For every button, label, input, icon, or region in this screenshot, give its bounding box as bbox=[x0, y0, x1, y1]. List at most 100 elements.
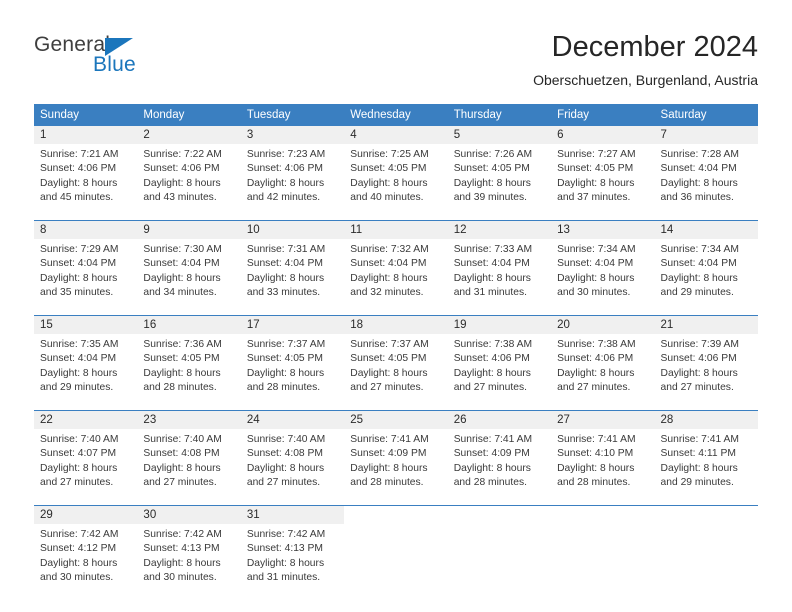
sunset-text: Sunset: 4:06 PM bbox=[453, 353, 530, 365]
sunset-text: Sunset: 4:07 PM bbox=[40, 448, 117, 460]
day-info: Sunrise: 7:42 AM Sunset: 4:13 PM Dayligh… bbox=[241, 524, 344, 586]
day-number: 13 bbox=[551, 221, 655, 239]
sunset-text: Sunset: 4:05 PM bbox=[350, 163, 427, 175]
daylight-text-line1: Daylight: 8 hours bbox=[453, 272, 531, 284]
day-number: 10 bbox=[240, 221, 345, 239]
daylight-text-line1: Daylight: 8 hours bbox=[350, 367, 428, 379]
day-number bbox=[654, 506, 758, 524]
daylight-text-line1: Daylight: 8 hours bbox=[143, 462, 221, 474]
day-cell[interactable]: 6 Sunrise: 7:27 AM Sunset: 4:05 PM Dayli… bbox=[551, 126, 655, 214]
daylight-text-line2: and 27 minutes. bbox=[453, 382, 527, 394]
sunset-text: Sunset: 4:08 PM bbox=[143, 448, 220, 460]
day-cell[interactable]: 3 Sunrise: 7:23 AM Sunset: 4:06 PM Dayli… bbox=[240, 126, 345, 214]
sunrise-text: Sunrise: 7:41 AM bbox=[660, 434, 739, 445]
daylight-text-line1: Daylight: 8 hours bbox=[246, 557, 325, 569]
sunset-text: Sunset: 4:04 PM bbox=[557, 258, 634, 270]
daylight-text-line2: and 32 minutes. bbox=[350, 287, 424, 299]
day-cell[interactable]: 4 Sunrise: 7:25 AM Sunset: 4:05 PM Dayli… bbox=[344, 126, 448, 214]
week-row: 29 Sunrise: 7:42 AM Sunset: 4:12 PM Dayl… bbox=[34, 505, 758, 594]
day-cell-empty bbox=[344, 506, 448, 594]
day-info: Sunrise: 7:26 AM Sunset: 4:05 PM Dayligh… bbox=[448, 144, 551, 206]
day-cell[interactable]: 16 Sunrise: 7:36 AM Sunset: 4:05 PM Dayl… bbox=[137, 316, 241, 404]
daylight-text-line1: Daylight: 8 hours bbox=[453, 367, 531, 379]
day-info: Sunrise: 7:39 AM Sunset: 4:06 PM Dayligh… bbox=[655, 334, 758, 396]
day-info: Sunrise: 7:27 AM Sunset: 4:05 PM Dayligh… bbox=[551, 144, 654, 206]
day-cell[interactable]: 10 Sunrise: 7:31 AM Sunset: 4:04 PM Dayl… bbox=[240, 221, 345, 309]
day-cell[interactable]: 17 Sunrise: 7:37 AM Sunset: 4:05 PM Dayl… bbox=[240, 316, 345, 404]
sunrise-text: Sunrise: 7:31 AM bbox=[246, 244, 326, 255]
sunrise-text: Sunrise: 7:22 AM bbox=[143, 149, 222, 160]
day-cell[interactable]: 26 Sunrise: 7:41 AM Sunset: 4:09 PM Dayl… bbox=[447, 411, 552, 499]
day-cell[interactable]: 24 Sunrise: 7:40 AM Sunset: 4:08 PM Dayl… bbox=[240, 411, 345, 499]
sunrise-text: Sunrise: 7:41 AM bbox=[350, 434, 429, 445]
sunrise-text: Sunrise: 7:25 AM bbox=[350, 149, 429, 160]
day-info: Sunrise: 7:41 AM Sunset: 4:09 PM Dayligh… bbox=[344, 429, 447, 491]
sunset-text: Sunset: 4:06 PM bbox=[660, 353, 737, 365]
sunrise-text: Sunrise: 7:34 AM bbox=[660, 244, 739, 255]
title-block: December 2024 Oberschuetzen, Burgenland,… bbox=[533, 30, 758, 89]
daylight-text-line1: Daylight: 8 hours bbox=[660, 272, 738, 284]
day-cell[interactable]: 19 Sunrise: 7:38 AM Sunset: 4:06 PM Dayl… bbox=[447, 316, 552, 404]
day-info: Sunrise: 7:37 AM Sunset: 4:05 PM Dayligh… bbox=[344, 334, 447, 396]
day-cell[interactable]: 23 Sunrise: 7:40 AM Sunset: 4:08 PM Dayl… bbox=[137, 411, 241, 499]
sunrise-text: Sunrise: 7:38 AM bbox=[453, 339, 533, 350]
day-info: Sunrise: 7:23 AM Sunset: 4:06 PM Dayligh… bbox=[241, 144, 344, 206]
sunset-text: Sunset: 4:04 PM bbox=[660, 258, 737, 270]
day-cell[interactable]: 27 Sunrise: 7:41 AM Sunset: 4:10 PM Dayl… bbox=[551, 411, 655, 499]
daylight-text-line1: Daylight: 8 hours bbox=[143, 177, 221, 189]
daylight-text-line2: and 27 minutes. bbox=[40, 477, 114, 489]
day-cell[interactable]: 28 Sunrise: 7:41 AM Sunset: 4:11 PM Dayl… bbox=[654, 411, 758, 499]
day-number: 19 bbox=[447, 316, 552, 334]
day-cell[interactable]: 14 Sunrise: 7:34 AM Sunset: 4:04 PM Dayl… bbox=[654, 221, 758, 309]
day-cell[interactable]: 11 Sunrise: 7:32 AM Sunset: 4:04 PM Dayl… bbox=[344, 221, 448, 309]
day-info: Sunrise: 7:22 AM Sunset: 4:06 PM Dayligh… bbox=[137, 144, 240, 206]
day-cell[interactable]: 31 Sunrise: 7:42 AM Sunset: 4:13 PM Dayl… bbox=[240, 506, 345, 594]
daylight-text-line2: and 33 minutes. bbox=[246, 287, 321, 299]
sunset-text: Sunset: 4:09 PM bbox=[350, 448, 427, 460]
weekday-header-wednesday: Wednesday bbox=[350, 109, 411, 121]
day-cell[interactable]: 30 Sunrise: 7:42 AM Sunset: 4:13 PM Dayl… bbox=[137, 506, 241, 594]
day-cell[interactable]: 8 Sunrise: 7:29 AM Sunset: 4:04 PM Dayli… bbox=[34, 221, 138, 309]
daylight-text-line1: Daylight: 8 hours bbox=[453, 462, 531, 474]
daylight-text-line2: and 29 minutes. bbox=[660, 477, 734, 489]
sunrise-text: Sunrise: 7:38 AM bbox=[557, 339, 636, 350]
day-info: Sunrise: 7:21 AM Sunset: 4:06 PM Dayligh… bbox=[34, 144, 137, 206]
day-cell[interactable]: 13 Sunrise: 7:34 AM Sunset: 4:04 PM Dayl… bbox=[551, 221, 655, 309]
daylight-text-line2: and 28 minutes. bbox=[143, 382, 217, 394]
day-cell[interactable]: 25 Sunrise: 7:41 AM Sunset: 4:09 PM Dayl… bbox=[344, 411, 448, 499]
day-cell[interactable]: 1 Sunrise: 7:21 AM Sunset: 4:06 PM Dayli… bbox=[34, 126, 138, 214]
sunset-text: Sunset: 4:06 PM bbox=[557, 353, 634, 365]
daylight-text-line1: Daylight: 8 hours bbox=[557, 462, 635, 474]
week-row: 8 Sunrise: 7:29 AM Sunset: 4:04 PM Dayli… bbox=[34, 220, 758, 309]
daylight-text-line1: Daylight: 8 hours bbox=[40, 177, 118, 189]
day-cell[interactable]: 9 Sunrise: 7:30 AM Sunset: 4:04 PM Dayli… bbox=[137, 221, 241, 309]
sunrise-text: Sunrise: 7:40 AM bbox=[40, 434, 119, 445]
daylight-text-line2: and 28 minutes. bbox=[246, 382, 321, 394]
day-cell[interactable]: 7 Sunrise: 7:28 AM Sunset: 4:04 PM Dayli… bbox=[654, 126, 758, 214]
day-cell[interactable]: 12 Sunrise: 7:33 AM Sunset: 4:04 PM Dayl… bbox=[447, 221, 552, 309]
day-cell[interactable]: 5 Sunrise: 7:26 AM Sunset: 4:05 PM Dayli… bbox=[447, 126, 552, 214]
daylight-text-line2: and 27 minutes. bbox=[350, 382, 424, 394]
sunrise-text: Sunrise: 7:34 AM bbox=[557, 244, 636, 255]
day-cell[interactable]: 20 Sunrise: 7:38 AM Sunset: 4:06 PM Dayl… bbox=[551, 316, 655, 404]
day-cell[interactable]: 29 Sunrise: 7:42 AM Sunset: 4:12 PM Dayl… bbox=[34, 506, 138, 594]
sunrise-text: Sunrise: 7:33 AM bbox=[453, 244, 533, 255]
daylight-text-line1: Daylight: 8 hours bbox=[350, 272, 428, 284]
day-number: 6 bbox=[551, 126, 655, 144]
day-info: Sunrise: 7:25 AM Sunset: 4:05 PM Dayligh… bbox=[344, 144, 447, 206]
day-cell[interactable]: 15 Sunrise: 7:35 AM Sunset: 4:04 PM Dayl… bbox=[34, 316, 138, 404]
sunrise-text: Sunrise: 7:41 AM bbox=[557, 434, 636, 445]
daylight-text-line1: Daylight: 8 hours bbox=[557, 367, 635, 379]
day-cell[interactable]: 2 Sunrise: 7:22 AM Sunset: 4:06 PM Dayli… bbox=[137, 126, 241, 214]
sunrise-text: Sunrise: 7:37 AM bbox=[350, 339, 429, 350]
day-cell[interactable]: 18 Sunrise: 7:37 AM Sunset: 4:05 PM Dayl… bbox=[344, 316, 448, 404]
day-info: Sunrise: 7:40 AM Sunset: 4:07 PM Dayligh… bbox=[34, 429, 137, 491]
day-cell[interactable]: 22 Sunrise: 7:40 AM Sunset: 4:07 PM Dayl… bbox=[34, 411, 138, 499]
day-info: Sunrise: 7:42 AM Sunset: 4:12 PM Dayligh… bbox=[34, 524, 137, 586]
sunset-text: Sunset: 4:12 PM bbox=[40, 543, 117, 555]
general-blue-logo[interactable]: General Blue bbox=[34, 33, 234, 83]
day-number: 5 bbox=[447, 126, 552, 144]
sunrise-text: Sunrise: 7:40 AM bbox=[143, 434, 222, 445]
day-cell[interactable]: 21 Sunrise: 7:39 AM Sunset: 4:06 PM Dayl… bbox=[654, 316, 758, 404]
daylight-text-line1: Daylight: 8 hours bbox=[453, 177, 531, 189]
